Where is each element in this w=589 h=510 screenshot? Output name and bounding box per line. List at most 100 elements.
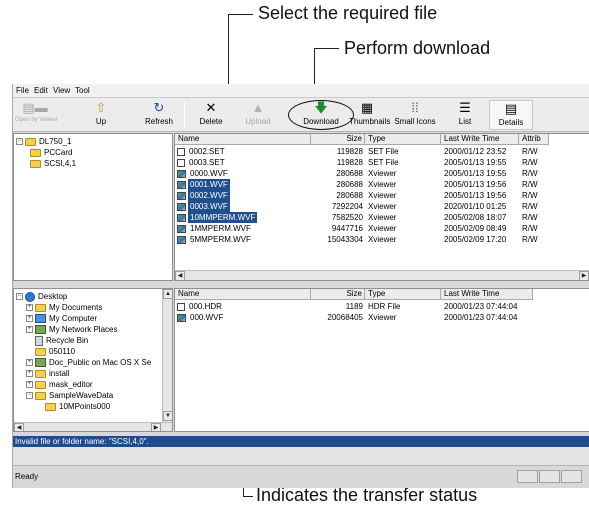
details-button[interactable]: ▤ Details (489, 100, 533, 130)
remote-horizontal-scrollbar[interactable]: ◀ ▶ (175, 270, 589, 280)
column-header-type[interactable]: Type (365, 134, 441, 145)
file-type: Xviewer (368, 213, 397, 222)
file-row[interactable]: 0002.WVF 280688 Xviewer 2005/01/13 19:56 R/W (175, 190, 589, 201)
file-size: 280688 (336, 191, 363, 200)
file-row[interactable]: 10MMPERM.WVF 7582520 Xviewer 2005/02/08 18:… (175, 212, 589, 223)
perform-download-annotation: Perform download (344, 38, 491, 58)
expand-icon[interactable]: + (26, 381, 33, 389)
menu-file[interactable]: File (16, 86, 29, 95)
scroll-down-icon[interactable]: ▼ (163, 411, 172, 421)
up-button[interactable]: ⇧ Up (89, 100, 113, 130)
tree-item[interactable]: + My Computer (26, 313, 97, 324)
file-name: 0000.WVF (190, 169, 228, 178)
waveform-file-icon (177, 313, 186, 322)
file-attrib: R/W (522, 180, 538, 189)
tree-item-dl750[interactable]: − DL750_1 (16, 136, 71, 147)
remote-folder-tree[interactable]: − DL750_1 PCCard SCSI,4,1 (13, 133, 173, 281)
column-header-name[interactable]: Name (175, 289, 311, 300)
file-type: Xviewer (368, 180, 397, 189)
column-header-time[interactable]: Last Write Time (441, 134, 519, 145)
scroll-left-icon[interactable]: ◀ (175, 271, 185, 280)
file-name: 000.WVF (190, 313, 224, 322)
folder-icon (30, 159, 41, 168)
file-name: 0003.WVF (188, 201, 230, 212)
expand-icon[interactable]: + (26, 370, 33, 378)
menu-bar: File Edit View Tool (13, 84, 589, 98)
open-viewer-button[interactable]: ▤▬ Open by Viewer (15, 100, 58, 130)
file-row[interactable]: 0001.WVF 280688 Xviewer 2005/01/13 19:56 R/W (175, 179, 589, 190)
tree-item[interactable]: − SampleWaveData (26, 390, 113, 401)
file-size: 1189 (345, 302, 363, 311)
tree-item[interactable]: 050110 (26, 346, 75, 357)
expand-icon[interactable]: + (26, 359, 33, 367)
collapse-icon[interactable]: − (16, 293, 23, 301)
tree-item-label: SampleWaveData (49, 391, 114, 400)
file-row[interactable]: 000.WVF 20068405 Xviewer 2000/01/23 07:44:0… (175, 312, 589, 323)
file-size: 20068405 (327, 313, 363, 322)
local-tree-vertical-scrollbar[interactable]: ▲ ▼ (162, 289, 172, 422)
toolbar-separator (184, 102, 185, 128)
local-folder-tree[interactable]: − Desktop + My Documents + My Computer + My Net… (13, 288, 173, 432)
tree-item-pccard[interactable]: PCCard (30, 147, 72, 158)
column-header-size[interactable]: Size (311, 289, 365, 300)
collapse-icon[interactable]: − (16, 138, 23, 146)
menu-tool[interactable]: Tool (75, 86, 90, 95)
expand-icon[interactable]: + (26, 304, 33, 312)
tree-item[interactable]: + My Documents (26, 302, 102, 313)
folder-icon (30, 148, 41, 157)
delete-button[interactable]: ✕ Delete (196, 100, 226, 130)
tree-item-label: Desktop (38, 292, 68, 301)
column-header-name[interactable]: Name (175, 134, 311, 145)
file-type: Xviewer (368, 191, 397, 200)
tree-item[interactable]: 10MPoints000 (36, 401, 110, 412)
network-icon (35, 358, 46, 368)
file-time: 2020/01/10 01:25 (444, 202, 507, 211)
scroll-right-icon[interactable]: ▶ (579, 271, 589, 280)
error-message-bar: Invalid file or folder name: "SCSI,4,0". (13, 436, 589, 447)
collapse-icon[interactable]: − (26, 392, 33, 400)
tree-item[interactable]: + Doc_Public on Mac OS X Se (26, 357, 151, 368)
menu-edit[interactable]: Edit (34, 86, 48, 95)
menu-view[interactable]: View (53, 86, 70, 95)
local-tree-horizontal-scrollbar[interactable]: ◀ ▶ (14, 422, 172, 431)
tree-item[interactable]: Recycle Bin (26, 335, 88, 346)
list-button[interactable]: ☰ List (453, 100, 477, 130)
column-header-attrib[interactable]: Attrib (519, 134, 549, 145)
file-type: Xviewer (368, 224, 397, 233)
column-header-time[interactable]: Last Write Time (441, 289, 533, 300)
upload-button[interactable]: ▲ Upload (241, 100, 275, 130)
tree-item[interactable]: − Desktop (16, 291, 67, 302)
expand-icon[interactable]: + (26, 315, 33, 323)
tree-item[interactable]: + My Network Places (26, 324, 117, 335)
scroll-left-icon[interactable]: ◀ (14, 423, 24, 431)
tree-item[interactable]: + install (26, 368, 69, 379)
folder-icon (35, 303, 46, 312)
file-time: 2005/01/13 19:55 (444, 158, 507, 167)
thumbnails-button[interactable]: ▦ Thumbnails (349, 100, 390, 130)
folder-icon (35, 347, 46, 356)
transfer-status-annotation: Indicates the transfer status (256, 485, 478, 505)
column-header-type[interactable]: Type (365, 289, 441, 300)
file-row[interactable]: 0003.WVF 7292204 Xviewer 2020/01/10 01:25 R/… (175, 201, 589, 212)
file-name: 0003.SET (189, 158, 225, 167)
tree-item[interactable]: + mask_editor (26, 379, 93, 390)
expand-icon[interactable]: + (26, 326, 33, 334)
refresh-button[interactable]: ↻ Refresh (142, 100, 176, 130)
file-row[interactable]: 0002.SET 119828 SET File 2000/01/12 23:52 R/… (175, 146, 589, 157)
file-time: 2005/01/13 19:56 (444, 191, 507, 200)
upload-arrow-icon: ▲ (251, 100, 265, 115)
file-row[interactable]: 0000.WVF 280688 Xviewer 2005/01/13 19:55 R/W (175, 168, 589, 179)
tree-item-scsi[interactable]: SCSI,4,1 (30, 158, 76, 169)
status-panel (517, 470, 538, 483)
scroll-up-icon[interactable]: ▲ (163, 289, 172, 299)
file-row[interactable]: 0003.SET 119828 SET File 2005/01/13 19:55 R/… (175, 157, 589, 168)
small-icons-button[interactable]: ⁞⁞ Small Icons (393, 100, 437, 130)
scroll-right-icon[interactable]: ▶ (151, 423, 161, 431)
file-row[interactable]: 000.HDR 1189 HDR File 2000/01/23 07:44:04 (175, 301, 589, 312)
file-size: 280688 (336, 169, 363, 178)
column-header-size[interactable]: Size (311, 134, 365, 145)
file-row[interactable]: 5MMPERM.WVF 15043304 Xviewer 2005/02/09 17:… (175, 234, 589, 245)
tree-item-label: Recycle Bin (46, 336, 89, 345)
file-row[interactable]: 1MMPERM.WVF 9447716 Xviewer 2005/02/09 08:4… (175, 223, 589, 234)
tree-item-label: 10MPoints000 (59, 402, 111, 411)
